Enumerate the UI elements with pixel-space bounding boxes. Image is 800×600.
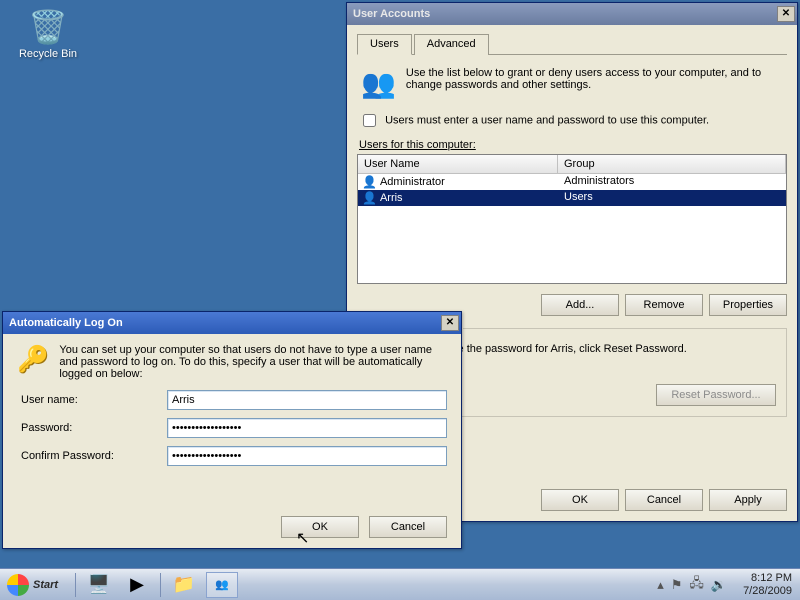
chevron-up-icon[interactable]: ▴	[655, 575, 666, 595]
table-row[interactable]: 👤Arris Users	[358, 190, 786, 206]
flag-icon[interactable]: ⚑	[669, 575, 685, 595]
add-button[interactable]: Add...	[541, 294, 619, 316]
tabs: Users Advanced	[357, 33, 787, 55]
cancel-button[interactable]: Cancel	[369, 516, 447, 538]
taskbar-separator	[160, 573, 161, 597]
network-icon[interactable]: 🖧	[687, 572, 706, 598]
password-group-text: To change the password for Arris, click …	[413, 343, 776, 355]
keys-icon: 🔑	[17, 344, 49, 380]
confirm-password-input[interactable]	[167, 446, 447, 466]
users-list[interactable]: User Name Group 👤Administrator Administr…	[357, 154, 787, 284]
username-label: User name:	[17, 394, 167, 406]
users-list-header: User Name Group	[358, 155, 786, 174]
password-label: Password:	[17, 422, 167, 434]
col-username[interactable]: User Name	[358, 155, 558, 173]
user-accounts-titlebar[interactable]: User Accounts ✕	[347, 3, 797, 25]
intro-text: Use the list below to grant or deny user…	[406, 67, 783, 100]
password-input[interactable]	[167, 418, 447, 438]
user-icon: 👤	[362, 175, 377, 189]
cancel-button[interactable]: Cancel	[625, 489, 703, 511]
tab-advanced[interactable]: Advanced	[414, 34, 489, 55]
taskbar: Start 🖥️ ▶ 📁 👥 ▴ ⚑ 🖧 🔉 8:12 PM 7/28/2009	[0, 568, 800, 600]
auto-logon-titlebar[interactable]: Automatically Log On ✕	[3, 312, 461, 334]
system-tray: ▴ ⚑ 🖧 🔉	[649, 572, 735, 598]
recycle-bin[interactable]: 🗑️ Recycle Bin	[18, 8, 78, 60]
close-icon[interactable]: ✕	[441, 315, 459, 331]
reset-password-button[interactable]: Reset Password...	[656, 384, 776, 406]
windows-orb-icon	[7, 574, 29, 596]
tab-users[interactable]: Users	[357, 34, 412, 55]
recycle-bin-label: Recycle Bin	[18, 48, 78, 60]
properties-button[interactable]: Properties	[709, 294, 787, 316]
server-manager-icon[interactable]: 🖥️	[84, 571, 114, 599]
must-enter-checkbox[interactable]	[363, 114, 376, 127]
volume-icon[interactable]: 🔉	[709, 575, 729, 595]
taskbar-separator	[75, 573, 76, 597]
start-label: Start	[33, 579, 58, 591]
start-button[interactable]: Start	[2, 571, 69, 599]
table-row[interactable]: 👤Administrator Administrators	[358, 174, 786, 190]
col-group[interactable]: Group	[558, 155, 786, 173]
username-input[interactable]	[167, 390, 447, 410]
recycle-bin-icon: 🗑️	[18, 8, 78, 46]
auto-logon-title: Automatically Log On	[9, 317, 441, 329]
clock-date: 7/28/2009	[743, 585, 792, 598]
taskbar-clock[interactable]: 8:12 PM 7/28/2009	[735, 572, 800, 598]
remove-button[interactable]: Remove	[625, 294, 703, 316]
ok-button[interactable]: OK	[281, 516, 359, 538]
explorer-icon[interactable]: 📁	[169, 571, 199, 599]
must-enter-label: Users must enter a user name and passwor…	[385, 114, 709, 126]
user-accounts-title: User Accounts	[353, 8, 777, 20]
ok-button[interactable]: OK	[541, 489, 619, 511]
users-for-computer-label: Users for this computer:	[357, 135, 787, 154]
apply-button[interactable]: Apply	[709, 489, 787, 511]
clock-time: 8:12 PM	[743, 572, 792, 585]
taskbar-user-accounts[interactable]: 👥	[206, 572, 238, 598]
users-icon: 👥	[361, 67, 396, 100]
close-icon[interactable]: ✕	[777, 6, 795, 22]
auto-logon-intro: You can set up your computer so that use…	[59, 344, 447, 380]
user-icon: 👤	[362, 191, 377, 205]
powershell-icon[interactable]: ▶	[122, 571, 152, 599]
users-icon: 👥	[215, 578, 229, 591]
confirm-password-label: Confirm Password:	[17, 450, 167, 462]
auto-logon-dialog: Automatically Log On ✕ 🔑 You can set up …	[2, 311, 462, 549]
